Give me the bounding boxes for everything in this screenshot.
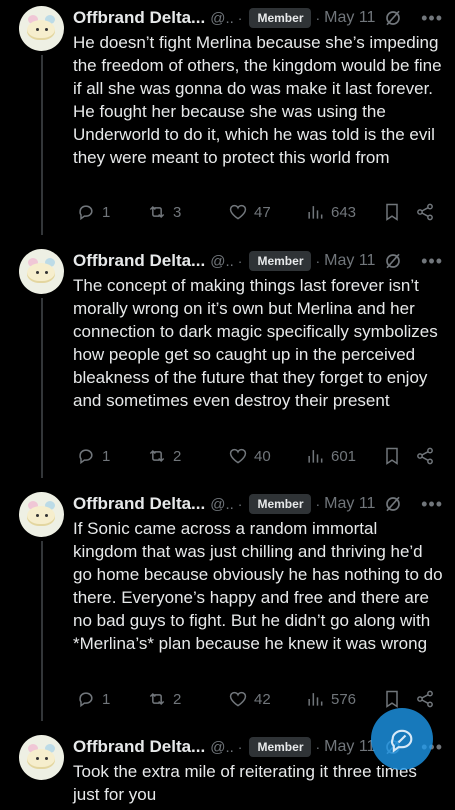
separator-dot: · bbox=[237, 253, 243, 269]
thread-line bbox=[41, 55, 43, 235]
avatar[interactable] bbox=[19, 492, 64, 537]
more-icon[interactable]: ••• bbox=[421, 494, 443, 515]
like-count: 47 bbox=[254, 203, 271, 221]
author-name[interactable]: Offbrand Delta... bbox=[73, 737, 205, 757]
reply-icon bbox=[79, 692, 93, 708]
views-count: 576 bbox=[331, 690, 357, 708]
separator-dot: · bbox=[315, 10, 321, 26]
separator-dot: · bbox=[237, 496, 243, 512]
share-icon[interactable] bbox=[415, 202, 435, 222]
reply-button[interactable]: 1 bbox=[76, 446, 110, 466]
heart-icon bbox=[229, 204, 247, 220]
heart-icon bbox=[229, 448, 247, 464]
author-name[interactable]: Offbrand Delta... bbox=[73, 251, 205, 271]
views-button[interactable]: 576 bbox=[305, 689, 356, 709]
repost-count: 2 bbox=[173, 690, 182, 708]
post-text: If Sonic came across a random immortal k… bbox=[73, 519, 443, 653]
post-date[interactable]: May 11 bbox=[324, 252, 375, 270]
views-icon bbox=[308, 206, 323, 219]
heart-icon bbox=[229, 691, 247, 707]
grok-icon[interactable] bbox=[384, 9, 402, 27]
author-name[interactable]: Offbrand Delta... bbox=[73, 494, 205, 514]
post-date[interactable]: May 11 bbox=[324, 495, 375, 513]
share-icon[interactable] bbox=[415, 446, 435, 466]
repost-button[interactable]: 2 bbox=[147, 446, 181, 466]
views-button[interactable]: 643 bbox=[305, 202, 356, 222]
repost-count: 2 bbox=[173, 447, 182, 465]
repost-button[interactable]: 2 bbox=[147, 689, 181, 709]
like-count: 42 bbox=[254, 690, 271, 708]
post-date[interactable]: May 11 bbox=[324, 738, 375, 756]
bookmark-icon[interactable] bbox=[382, 446, 402, 466]
author-handle[interactable]: @.. bbox=[210, 10, 234, 27]
repost-icon bbox=[149, 449, 165, 463]
reply-count: 1 bbox=[102, 203, 111, 221]
separator-dot: · bbox=[315, 739, 321, 755]
post-text: The concept of making things last foreve… bbox=[73, 276, 438, 410]
member-badge: Member bbox=[249, 737, 312, 757]
grok-icon[interactable] bbox=[384, 252, 402, 270]
bookmark-icon[interactable] bbox=[382, 202, 402, 222]
avatar[interactable] bbox=[19, 735, 64, 780]
compose-icon bbox=[391, 729, 413, 753]
author-handle[interactable]: @.. bbox=[210, 496, 234, 513]
reply-button[interactable]: 1 bbox=[76, 689, 110, 709]
separator-dot: · bbox=[237, 739, 243, 755]
views-icon bbox=[308, 693, 323, 706]
separator-dot: · bbox=[315, 253, 321, 269]
avatar[interactable] bbox=[19, 6, 64, 51]
post-header: Offbrand Delta... @.. · Member · May 11 … bbox=[73, 492, 443, 516]
separator-dot: · bbox=[315, 496, 321, 512]
like-button[interactable]: 40 bbox=[228, 446, 271, 466]
reply-icon bbox=[79, 449, 93, 465]
views-button[interactable]: 601 bbox=[305, 446, 356, 466]
post-header: Offbrand Delta... @.. · Member · May 11 … bbox=[73, 6, 443, 30]
separator-dot: · bbox=[237, 10, 243, 26]
repost-button[interactable]: 3 bbox=[147, 202, 181, 222]
post-actions: 1 3 47 643 bbox=[73, 202, 443, 226]
like-button[interactable]: 47 bbox=[228, 202, 271, 222]
post-date[interactable]: May 11 bbox=[324, 9, 375, 27]
author-handle[interactable]: @.. bbox=[210, 253, 234, 270]
member-badge: Member bbox=[249, 251, 312, 271]
share-icon[interactable] bbox=[415, 689, 435, 709]
post-actions: 1 2 40 601 bbox=[73, 446, 443, 470]
more-icon[interactable]: ••• bbox=[421, 251, 443, 272]
more-icon[interactable]: ••• bbox=[421, 8, 443, 29]
post-actions: 1 2 42 576 bbox=[73, 689, 443, 713]
member-badge: Member bbox=[249, 8, 312, 28]
author-name[interactable]: Offbrand Delta... bbox=[73, 8, 205, 28]
reply-count: 1 bbox=[102, 447, 111, 465]
thread-line bbox=[41, 298, 43, 478]
views-count: 643 bbox=[331, 203, 357, 221]
compose-button[interactable] bbox=[371, 708, 433, 770]
reply-button[interactable]: 1 bbox=[76, 202, 110, 222]
reply-count: 1 bbox=[102, 690, 111, 708]
member-badge: Member bbox=[249, 494, 312, 514]
views-count: 601 bbox=[331, 447, 357, 465]
reply-icon bbox=[79, 205, 93, 221]
post-text: He doesn’t fight Merlina because she’s i… bbox=[73, 33, 442, 167]
post-header: Offbrand Delta... @.. · Member · May 11 … bbox=[73, 249, 443, 273]
views-icon bbox=[308, 450, 323, 463]
repost-icon bbox=[149, 205, 165, 219]
author-handle[interactable]: @.. bbox=[210, 739, 234, 756]
bookmark-icon[interactable] bbox=[382, 689, 402, 709]
like-button[interactable]: 42 bbox=[228, 689, 271, 709]
repost-icon bbox=[149, 692, 165, 706]
avatar[interactable] bbox=[19, 249, 64, 294]
like-count: 40 bbox=[254, 447, 271, 465]
repost-count: 3 bbox=[173, 203, 182, 221]
grok-icon[interactable] bbox=[384, 495, 402, 513]
thread-line bbox=[41, 541, 43, 721]
